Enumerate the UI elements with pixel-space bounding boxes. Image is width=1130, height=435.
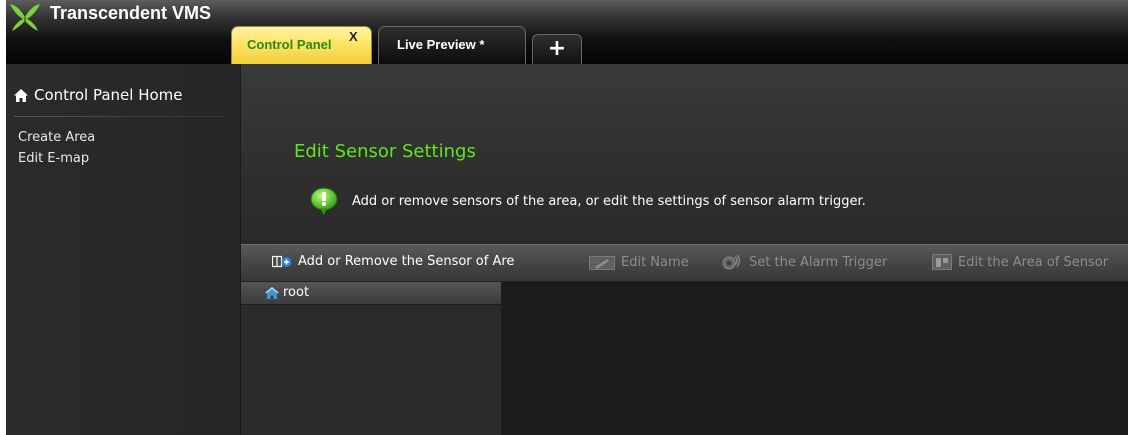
- sidebar-item-edit-emap[interactable]: Edit E-map: [18, 151, 89, 166]
- alarm-trigger-icon: [722, 254, 741, 270]
- page-description: Add or remove sensors of the area, or ed…: [352, 194, 866, 209]
- page-title: Edit Sensor Settings: [294, 141, 476, 162]
- add-remove-sensor-button[interactable]: Add or Remove the Sensor of Are: [272, 254, 514, 269]
- set-alarm-trigger-label: Set the Alarm Trigger: [749, 254, 888, 270]
- toolbar: Add or Remove the Sensor of Are Edit Nam…: [241, 244, 1128, 282]
- edit-area-of-sensor-button[interactable]: Edit the Area of Sensor: [932, 254, 1108, 270]
- edit-area-of-sensor-label: Edit the Area of Sensor: [958, 254, 1109, 270]
- app-title: Transcendent VMS: [50, 3, 212, 23]
- area-icon: [932, 254, 952, 270]
- edit-name-label: Edit Name: [621, 254, 689, 270]
- sidebar-item-create-area[interactable]: Create Area: [18, 130, 95, 145]
- edit-name-button[interactable]: Edit Name: [589, 254, 689, 270]
- area-tree-panel: root: [241, 282, 502, 435]
- add-tab-button[interactable]: +: [532, 34, 582, 64]
- edit-name-icon: [589, 256, 615, 270]
- sidebar-home-label: Control Panel Home: [34, 86, 183, 104]
- home-icon: [14, 88, 28, 102]
- sidebar: Control Panel Home Create Area Edit E-ma…: [6, 64, 241, 435]
- tab-label: Live Preview *: [397, 37, 485, 52]
- app-window: Transcendent VMS Control Panel X Live Pr…: [6, 0, 1128, 435]
- sidebar-home-link[interactable]: Control Panel Home: [14, 86, 183, 104]
- tab-control-panel[interactable]: Control Panel X: [231, 26, 372, 64]
- tab-label: Control Panel: [247, 37, 332, 52]
- info-bubble-icon: [310, 187, 338, 215]
- home-icon: [265, 286, 279, 299]
- tree-header-row: root: [241, 282, 501, 305]
- leaf-logo-icon: [10, 4, 40, 31]
- title-bar: Transcendent VMS Control Panel X Live Pr…: [6, 0, 1128, 64]
- tree-node-root[interactable]: root: [265, 285, 309, 300]
- sidebar-divider: [14, 116, 224, 117]
- set-alarm-trigger-button[interactable]: Set the Alarm Trigger: [721, 254, 887, 270]
- add-remove-sensor-label: Add or Remove the Sensor of Are: [298, 254, 515, 269]
- tab-live-preview[interactable]: Live Preview *: [378, 26, 526, 64]
- main-panel: Edit Sensor Settings Add or remove senso…: [241, 64, 1128, 435]
- sensor-add-icon: [272, 255, 292, 267]
- sensor-content-area: [502, 282, 1128, 435]
- tree-node-label: root: [283, 285, 310, 300]
- tab-close-button[interactable]: X: [349, 29, 358, 44]
